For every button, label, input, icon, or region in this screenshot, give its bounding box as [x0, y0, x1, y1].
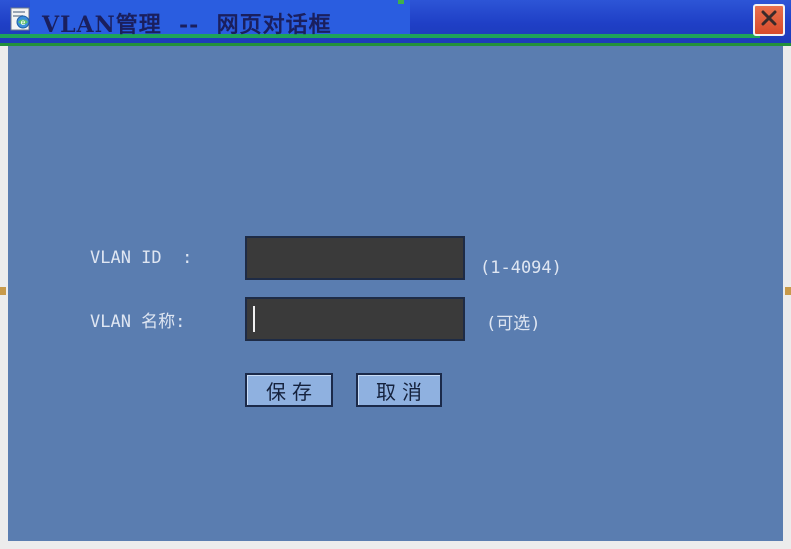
- resize-handle-right[interactable]: [785, 287, 791, 295]
- web-page-dialog-icon: e: [8, 6, 34, 32]
- vlan-name-label: VLAN 名称:: [90, 311, 186, 332]
- vlan-id-input[interactable]: [245, 236, 465, 280]
- vlan-id-row: VLAN ID :: [90, 236, 192, 280]
- dialog-window: e VLAN管理 -- 网页对话框 VLAN ID : (1-4094) VLA…: [0, 0, 791, 549]
- vlan-name-input[interactable]: [245, 297, 465, 341]
- close-icon: [759, 8, 779, 32]
- vlan-id-hint: (1-4094): [480, 258, 562, 278]
- close-button[interactable]: [753, 4, 785, 36]
- vlan-name-row: VLAN 名称:: [90, 297, 185, 341]
- save-button[interactable]: 保存: [245, 373, 333, 407]
- vlan-id-label: VLAN ID :: [90, 248, 193, 268]
- svg-text:e: e: [21, 18, 26, 27]
- window-title: VLAN管理 -- 网页对话框: [42, 12, 332, 38]
- title-bar-marker: [398, 0, 404, 4]
- title-bar[interactable]: e VLAN管理 -- 网页对话框: [0, 0, 791, 46]
- resize-handle-left[interactable]: [0, 287, 6, 295]
- vlan-name-hint: (可选): [486, 314, 541, 334]
- cancel-button[interactable]: 取消: [356, 373, 442, 407]
- text-caret: [253, 306, 255, 332]
